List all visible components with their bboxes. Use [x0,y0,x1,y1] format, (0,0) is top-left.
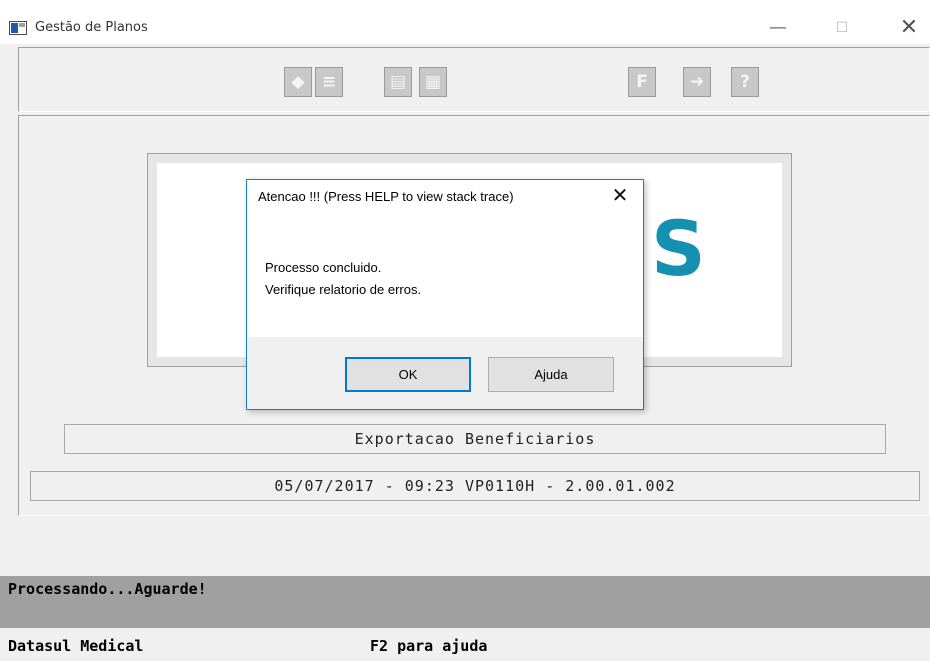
minimize-icon[interactable]: — [767,17,789,39]
dialog-message-line-2: Verifique relatorio de erros. [265,282,422,297]
status-message: Processando...Aguarde! [8,580,207,598]
window-title: Gestão de Planos [35,20,148,35]
help-icon[interactable]: ? [731,67,759,97]
dialog-title: Atencao !!! (Press HELP to view stack tr… [258,189,514,204]
program-name-field: Exportacao Beneficiarios [64,424,886,454]
maximize-icon[interactable]: ☐ [831,17,853,39]
logo-letter: S [651,204,706,293]
footer-help-hint: F2 para ajuda [370,637,488,655]
function-icon[interactable]: F [628,67,656,97]
tag-icon[interactable]: ◆ [284,67,312,97]
list-icon[interactable]: ≡ [315,67,343,97]
exit-door-icon[interactable]: ➜ [683,67,711,97]
footer-app-name: Datasul Medical [8,637,144,655]
grid-settings-icon[interactable]: ▦ [419,67,447,97]
dialog-close-icon[interactable]: ✕ [609,184,631,206]
app-window-icon [9,21,27,35]
dialog-message-line-1: Processo concluido. [265,260,382,275]
toolbar-panel [18,47,930,112]
alert-dialog: Atencao !!! (Press HELP to view stack tr… [246,179,644,410]
document-icon[interactable]: ▤ [384,67,412,97]
version-field: 05/07/2017 - 09:23 VP0110H - 2.00.01.002 [30,471,920,501]
ok-button[interactable]: OK [345,357,471,392]
close-icon[interactable]: ✕ [898,17,920,39]
help-button[interactable]: Ajuda [488,357,614,392]
top-strip [0,0,930,10]
